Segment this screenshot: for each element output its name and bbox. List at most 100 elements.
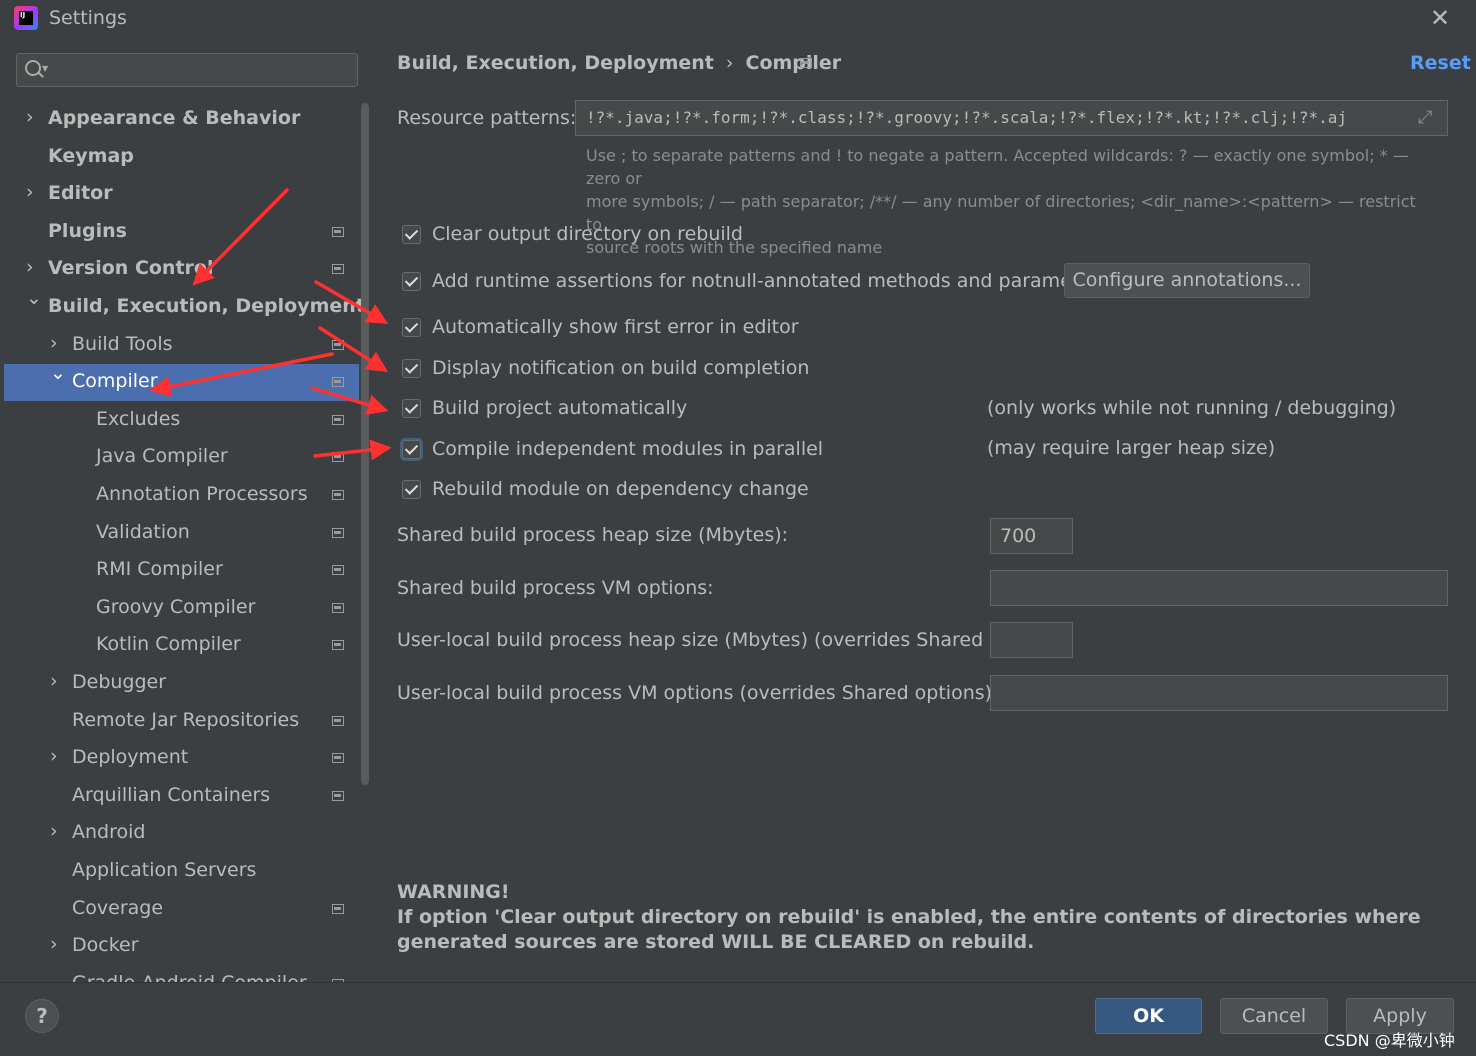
sidebar-item[interactable]: ⌄ Compiler bbox=[4, 362, 359, 401]
rebuild-on-dependency-checkbox[interactable] bbox=[402, 480, 421, 499]
warning-box: WARNING! If option 'Clear output directo… bbox=[397, 880, 1437, 955]
sidebar-item[interactable]: › Editor bbox=[4, 176, 359, 213]
sidebar-item-label: Remote Jar Repositories bbox=[72, 709, 300, 731]
build-notification-label[interactable]: Display notification on build completion bbox=[432, 357, 809, 379]
sidebar-item[interactable]: Keymap bbox=[4, 139, 359, 176]
sidebar-item[interactable]: › Android bbox=[4, 815, 359, 852]
sidebar-item-label: Application Servers bbox=[72, 859, 257, 881]
sidebar-item-label: RMI Compiler bbox=[96, 558, 223, 580]
project-level-icon bbox=[332, 415, 344, 425]
project-level-icon bbox=[332, 340, 344, 350]
sidebar-item[interactable]: Groovy Compiler bbox=[4, 590, 359, 627]
sidebar-item[interactable]: RMI Compiler bbox=[4, 552, 359, 589]
show-first-error-label[interactable]: Automatically show first error in editor bbox=[432, 316, 799, 338]
sidebar-item-label: Version Control bbox=[48, 257, 214, 279]
clear-output-label[interactable]: Clear output directory on rebuild bbox=[432, 223, 743, 245]
chevron-right-icon[interactable]: › bbox=[50, 670, 58, 692]
chevron-right-icon[interactable]: › bbox=[50, 820, 58, 842]
parallel-compile-label[interactable]: Compile independent modules in parallel bbox=[432, 438, 823, 460]
local-vm-label: User-local build process VM options (ove… bbox=[397, 682, 999, 704]
sidebar-item-label: Annotation Processors bbox=[96, 483, 308, 505]
local-vm-input[interactable] bbox=[990, 675, 1448, 711]
show-first-error-checkbox[interactable] bbox=[402, 318, 421, 337]
sidebar-item[interactable]: › Build Tools bbox=[4, 327, 359, 364]
sidebar-item-label: Coverage bbox=[72, 897, 164, 919]
ok-button[interactable]: OK bbox=[1095, 998, 1202, 1034]
sidebar-item[interactable]: › Version Control bbox=[4, 251, 359, 288]
breadcrumb-parent[interactable]: Build, Execution, Deployment bbox=[397, 52, 714, 74]
search-history-arrow-icon[interactable]: ▼ bbox=[42, 64, 48, 73]
close-icon[interactable]: ✕ bbox=[1430, 4, 1450, 32]
resource-patterns-field[interactable]: !?*.java;!?*.form;!?*.class;!?*.groovy;!… bbox=[575, 100, 1448, 136]
local-heap-label: User-local build process heap size (Mbyt… bbox=[397, 629, 1040, 651]
configure-annotations-button[interactable]: Configure annotations... bbox=[1064, 263, 1310, 298]
project-level-icon bbox=[800, 58, 812, 68]
sidebar-item[interactable]: › Deployment bbox=[4, 740, 359, 777]
sidebar-item[interactable]: Validation bbox=[4, 515, 359, 552]
project-level-icon bbox=[332, 377, 344, 387]
help-button[interactable]: ? bbox=[25, 999, 59, 1033]
chevron-right-icon[interactable]: › bbox=[26, 256, 34, 278]
sidebar-item-label: Docker bbox=[72, 934, 139, 956]
sidebar-item[interactable]: Kotlin Compiler bbox=[4, 627, 359, 664]
resource-patterns-label: Resource patterns: bbox=[397, 107, 577, 129]
chevron-right-icon[interactable]: › bbox=[50, 332, 58, 354]
local-heap-input[interactable] bbox=[990, 622, 1073, 658]
sidebar-item[interactable]: Excludes bbox=[4, 402, 359, 439]
sidebar-item[interactable]: › Appearance & Behavior bbox=[4, 101, 359, 138]
help-line: Use ; to separate patterns and ! to nega… bbox=[586, 146, 1409, 188]
shared-heap-input[interactable]: 700 bbox=[990, 518, 1073, 554]
watermark: CSDN @卑微小钟 bbox=[1324, 1031, 1455, 1050]
shared-heap-label: Shared build process heap size (Mbytes): bbox=[397, 524, 789, 546]
build-automatically-note: (only works while not running / debuggin… bbox=[987, 397, 1397, 419]
expand-icon[interactable]: ⤢ bbox=[1418, 107, 1432, 128]
sidebar-item-label: Editor bbox=[48, 182, 113, 204]
build-automatically-label[interactable]: Build project automatically bbox=[432, 397, 687, 419]
shared-vm-input[interactable] bbox=[990, 570, 1448, 606]
chevron-right-icon[interactable]: › bbox=[26, 181, 34, 203]
sidebar-item[interactable]: Application Servers bbox=[4, 853, 359, 890]
chevron-down-icon[interactable]: ⌄ bbox=[50, 362, 66, 384]
chevron-right-icon[interactable]: › bbox=[50, 933, 58, 955]
sidebar-item[interactable]: Annotation Processors bbox=[4, 477, 359, 514]
sidebar-item[interactable]: Plugins bbox=[4, 214, 359, 251]
sidebar-item[interactable]: Java Compiler bbox=[4, 439, 359, 476]
sidebar-item-label: Plugins bbox=[48, 220, 127, 242]
clear-output-checkbox[interactable] bbox=[402, 225, 421, 244]
runtime-assertions-label[interactable]: Add runtime assertions for notnull-annot… bbox=[432, 270, 1109, 292]
sidebar-item[interactable]: › Docker bbox=[4, 928, 359, 965]
project-level-icon bbox=[332, 565, 344, 575]
sidebar-item[interactable]: Gradle-Android Compiler bbox=[4, 966, 359, 982]
sidebar-item-label: Android bbox=[72, 821, 146, 843]
cancel-button[interactable]: Cancel bbox=[1220, 998, 1328, 1034]
project-level-icon bbox=[332, 791, 344, 801]
sidebar-item[interactable]: Arquillian Containers bbox=[4, 778, 359, 815]
project-level-icon bbox=[332, 490, 344, 500]
chevron-right-icon[interactable]: › bbox=[50, 745, 58, 767]
sidebar-item[interactable]: Coverage bbox=[4, 891, 359, 928]
warning-title: WARNING! bbox=[397, 881, 510, 903]
rebuild-on-dependency-label[interactable]: Rebuild module on dependency change bbox=[432, 478, 809, 500]
sidebar-scrollbar[interactable] bbox=[361, 103, 369, 785]
chevron-right-icon[interactable]: › bbox=[26, 106, 34, 128]
parallel-compile-checkbox[interactable] bbox=[402, 440, 421, 459]
runtime-assertions-checkbox[interactable] bbox=[402, 272, 421, 291]
chevron-down-icon[interactable]: ⌄ bbox=[26, 287, 42, 309]
sidebar-item[interactable]: Remote Jar Repositories bbox=[4, 703, 359, 740]
sidebar-item[interactable]: › Debugger bbox=[4, 665, 359, 702]
project-level-icon bbox=[332, 227, 344, 237]
sidebar-item-label: Appearance & Behavior bbox=[48, 107, 301, 129]
search-input[interactable] bbox=[57, 58, 351, 84]
breadcrumb-separator: › bbox=[725, 52, 734, 74]
breadcrumb-current: Compiler bbox=[745, 52, 842, 74]
build-automatically-checkbox[interactable] bbox=[402, 399, 421, 418]
resource-patterns-value: !?*.java;!?*.form;!?*.class;!?*.groovy;!… bbox=[586, 108, 1347, 127]
settings-sidebar: ▼ › Appearance & Behavior Keymap › Editor Plu… bbox=[4, 38, 371, 982]
search-box[interactable]: ▼ bbox=[16, 53, 358, 87]
sidebar-item[interactable]: ⌄ Build, Execution, Deployment bbox=[4, 287, 365, 326]
sidebar-item-label: Keymap bbox=[48, 145, 134, 167]
build-notification-checkbox[interactable] bbox=[402, 359, 421, 378]
reset-link[interactable]: Reset bbox=[1410, 52, 1471, 74]
window-title: Settings bbox=[49, 7, 127, 29]
sidebar-item-label: Arquillian Containers bbox=[72, 784, 271, 806]
